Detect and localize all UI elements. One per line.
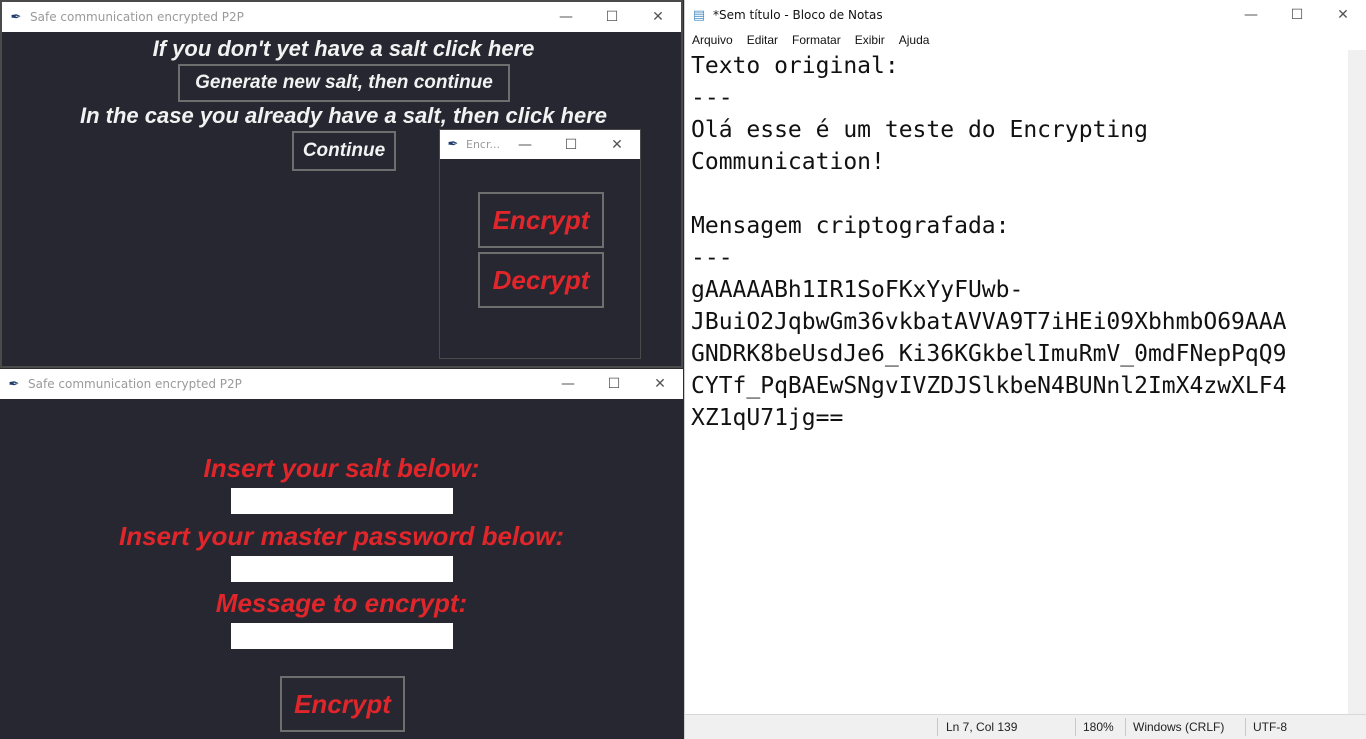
maximize-icon[interactable]: ☐	[1274, 0, 1320, 30]
minimize-icon[interactable]: —	[1228, 0, 1274, 30]
text-editor[interactable]: Texto original: --- Olá esse é um teste …	[691, 50, 1348, 715]
menu-ajuda[interactable]: Ajuda	[892, 33, 937, 47]
encrypt-form-window: ✒ Safe communication encrypted P2P — ☐ ✕…	[0, 369, 683, 739]
feather-icon: ✒	[447, 137, 459, 152]
password-input[interactable]	[231, 556, 453, 582]
status-divider	[1245, 718, 1246, 736]
status-zoom: 180%	[1083, 720, 1114, 734]
menu-arquivo[interactable]: Arquivo	[685, 33, 740, 47]
maximize-icon[interactable]: ☐	[548, 130, 594, 160]
status-bar: Ln 7, Col 139 180% Windows (CRLF) UTF-8	[685, 714, 1366, 739]
encrypt-button[interactable]: Encrypt	[280, 676, 405, 732]
notepad-window: ▤ *Sem título - Bloco de Notas — ☐ ✕ Arq…	[684, 0, 1366, 739]
status-divider	[1125, 718, 1126, 736]
minimize-icon[interactable]: —	[543, 2, 589, 32]
feather-icon: ✒	[8, 376, 20, 392]
feather-icon: ✒	[10, 9, 22, 25]
mode-window: ✒ Encr... — ☐ ✕ Encrypt Decrypt	[439, 129, 641, 359]
maximize-icon[interactable]: ☐	[591, 369, 637, 399]
vertical-scrollbar[interactable]	[1348, 50, 1366, 715]
titlebar[interactable]: ✒ Encr... — ☐ ✕	[440, 130, 640, 159]
window-title: Encr...	[466, 138, 500, 151]
minimize-icon[interactable]: —	[545, 369, 591, 399]
titlebar[interactable]: ▤ *Sem título - Bloco de Notas — ☐ ✕	[685, 0, 1366, 30]
message-input[interactable]	[231, 623, 453, 649]
message-label: Message to encrypt:	[215, 588, 468, 618]
notepad-icon: ▤	[692, 7, 706, 23]
status-eol: Windows (CRLF)	[1133, 720, 1225, 734]
continue-button[interactable]: Continue	[292, 131, 396, 171]
status-divider	[1075, 718, 1076, 736]
status-position: Ln 7, Col 139	[946, 720, 1018, 734]
close-icon[interactable]: ✕	[594, 130, 640, 160]
close-icon[interactable]: ✕	[635, 2, 681, 32]
no-salt-label: If you don't yet have a salt click here	[152, 36, 535, 61]
minimize-icon[interactable]: —	[502, 130, 548, 160]
password-label: Insert your master password below:	[118, 521, 564, 551]
window-title: Safe communication encrypted P2P	[30, 10, 244, 24]
titlebar[interactable]: ✒ Safe communication encrypted P2P — ☐ ✕	[2, 2, 681, 32]
salt-input[interactable]	[231, 488, 453, 514]
salt-label: Insert your salt below:	[203, 453, 480, 483]
encrypt-mode-button[interactable]: Encrypt	[478, 192, 604, 248]
generate-salt-button[interactable]: Generate new salt, then continue	[178, 64, 510, 102]
menu-exibir[interactable]: Exibir	[848, 33, 892, 47]
window-title: *Sem título - Bloco de Notas	[713, 8, 883, 22]
menu-formatar[interactable]: Formatar	[785, 33, 848, 47]
menu-editar[interactable]: Editar	[740, 33, 785, 47]
close-icon[interactable]: ✕	[1320, 0, 1366, 30]
maximize-icon[interactable]: ☐	[589, 2, 635, 32]
close-icon[interactable]: ✕	[637, 369, 683, 399]
decrypt-mode-button[interactable]: Decrypt	[478, 252, 604, 308]
titlebar[interactable]: ✒ Safe communication encrypted P2P — ☐ ✕	[0, 369, 683, 399]
menu-bar: Arquivo Editar Formatar Exibir Ajuda	[685, 30, 1366, 50]
window-title: Safe communication encrypted P2P	[28, 377, 242, 391]
status-encoding: UTF-8	[1253, 720, 1287, 734]
status-divider	[937, 718, 938, 736]
have-salt-label: In the case you already have a salt, the…	[79, 103, 608, 128]
